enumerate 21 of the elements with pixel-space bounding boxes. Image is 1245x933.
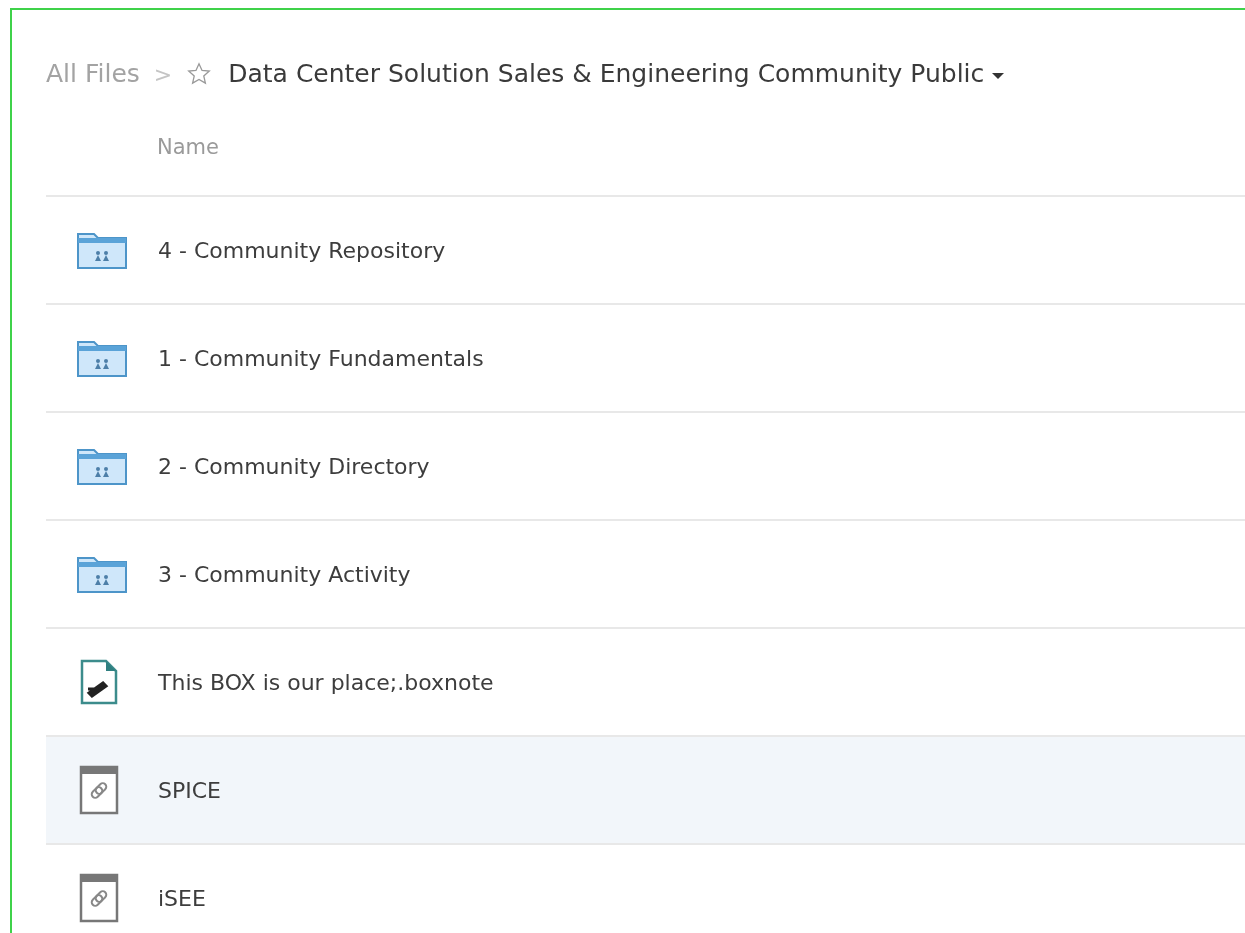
file-name[interactable]: This BOX is our place;.boxnote — [158, 665, 494, 699]
dropdown-caret-icon[interactable] — [992, 73, 1005, 79]
shared-folder-icon — [76, 338, 128, 378]
file-row[interactable]: SPICE — [46, 737, 1245, 845]
file-row[interactable]: 4 - Community Repository — [46, 197, 1245, 305]
file-name[interactable]: 2 - Community Directory — [158, 449, 430, 483]
file-row[interactable]: 2 - Community Directory — [46, 413, 1245, 521]
file-name[interactable]: 1 - Community Fundamentals — [158, 341, 484, 375]
file-row[interactable]: 3 - Community Activity — [46, 521, 1245, 629]
shared-folder-icon — [76, 446, 128, 486]
shared-folder-icon — [76, 230, 128, 270]
file-name[interactable]: SPICE — [158, 773, 221, 807]
folder-title: Data Center Solution Sales & Engineering Community Public — [228, 58, 985, 91]
file-row[interactable]: 1 - Community Fundamentals — [46, 305, 1245, 413]
star-icon[interactable] — [186, 61, 213, 87]
file-name[interactable]: iSEE — [158, 881, 206, 915]
file-name[interactable]: 3 - Community Activity — [158, 557, 411, 591]
file-name[interactable]: 4 - Community Repository — [158, 233, 446, 267]
breadcrumb-separator: > — [153, 60, 173, 89]
shared-folder-icon — [76, 554, 128, 594]
file-row[interactable]: iSEE — [46, 845, 1245, 933]
